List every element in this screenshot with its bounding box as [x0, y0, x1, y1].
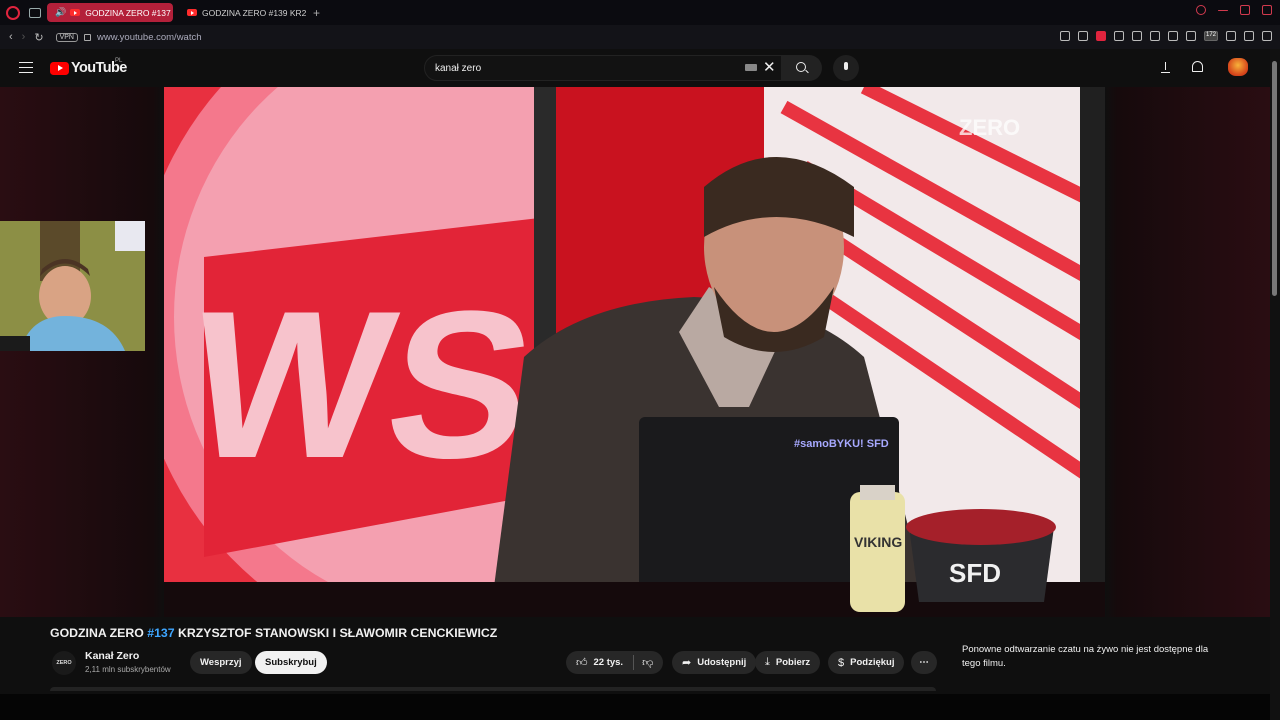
user-avatar[interactable] [1228, 58, 1248, 76]
title-prefix: GODZINA ZERO [50, 626, 148, 640]
like-count[interactable]: 22 tys. [594, 657, 624, 668]
browser-tab-bar: 🔊 GODZINA ZERO #137 GODZINA ZERO #139 KR… [0, 0, 1280, 25]
more-actions-button[interactable]: ⋯ [911, 651, 937, 674]
youtube-favicon-icon [70, 9, 81, 16]
youtube-favicon-icon [187, 9, 197, 16]
close-window-icon[interactable] [1262, 5, 1272, 15]
play-icon[interactable] [1132, 31, 1142, 41]
bottom-strip [0, 694, 1270, 720]
upload-icon[interactable] [1161, 62, 1170, 73]
share-button[interactable]: ➦ Udostępnij [672, 651, 757, 674]
tab-search-icon[interactable] [1196, 5, 1206, 15]
tab-godzina-zero-139[interactable]: GODZINA ZERO #139 KR2 [179, 3, 307, 22]
title-rest: KRZYSZTOF STANOWSKI I SŁAWOMIR CENCKIEWI… [174, 626, 498, 640]
thanks-dollar-icon: $ [838, 656, 845, 669]
lock-icon[interactable] [83, 33, 91, 41]
share-arrow-icon: ➦ [682, 657, 692, 669]
pin-icon[interactable] [1060, 31, 1070, 41]
back-arrow-icon[interactable]: ‹ [9, 31, 13, 43]
tab-islands-icon[interactable] [29, 7, 41, 18]
clear-search-icon[interactable]: ✕ [763, 60, 776, 75]
address-bar-row: ‹ › ↻ VPN www.youtube.com/watch 172 [0, 25, 1280, 49]
youtube-play-icon [50, 61, 69, 75]
account-icon[interactable] [1244, 31, 1254, 41]
tab-label: GODZINA ZERO #137 [85, 7, 171, 18]
streamer-webcam-overlay [0, 221, 145, 351]
reload-icon[interactable]: ↻ [34, 31, 43, 44]
thumbs-up-icon[interactable]: 👍︎ [576, 656, 588, 669]
forward-arrow-icon[interactable]: › [22, 31, 26, 43]
voice-search-button[interactable] [833, 55, 859, 81]
bottle-label: VIKING [854, 534, 902, 550]
download-button[interactable]: ⤓ Pobierz [755, 651, 821, 674]
list-icon[interactable] [1114, 31, 1124, 41]
search-button[interactable] [782, 55, 822, 81]
hamburger-menu-icon[interactable] [19, 62, 33, 73]
extension-icons: 172 [1060, 31, 1272, 41]
url-field[interactable]: www.youtube.com/watch [97, 32, 202, 43]
opera-logo-icon[interactable] [6, 5, 20, 20]
laptop-sticker: #samoBYKU! SFD [794, 438, 889, 450]
scrollbar-thumb[interactable] [1272, 61, 1277, 296]
new-tab-plus-icon[interactable]: + [313, 6, 320, 20]
tab-godzina-zero-137[interactable]: 🔊 GODZINA ZERO #137 [47, 3, 173, 22]
subscriber-count: 2,11 mln subskrybentów [85, 665, 171, 674]
thanks-label: Podziękuj [850, 657, 895, 668]
thumbs-down-icon[interactable]: 👎︎ [642, 656, 653, 669]
country-code: PL [115, 58, 123, 64]
support-button[interactable]: Wesprzyj [190, 651, 252, 674]
channel-name[interactable]: Kanał Zero [85, 650, 139, 662]
speaker-icon[interactable]: 🔊 [55, 7, 66, 18]
chat-replay-unavailable-note: Ponowne odtwarzanie czatu na żywo nie je… [962, 644, 1209, 669]
search-icon [796, 62, 806, 72]
maximize-icon[interactable] [1240, 5, 1250, 15]
shield-icon[interactable] [1096, 31, 1106, 41]
search-input[interactable]: kanał zero [424, 55, 782, 81]
flow-icon[interactable] [1186, 31, 1196, 41]
share-label: Udostępnij [697, 657, 747, 668]
extensions-puzzle-icon[interactable] [1226, 31, 1236, 41]
thanks-button[interactable]: $ Podziękuj [828, 651, 905, 674]
webcam-frame [0, 221, 145, 351]
channel-watermark: ZERO [959, 115, 1020, 140]
like-dislike-group: 👍︎ 22 tys. 👎︎ [566, 651, 664, 674]
keyboard-icon[interactable] [745, 64, 757, 71]
video-frame: WSP ZERO #samoBYKU! SFD VIKING SFD [164, 87, 1105, 617]
window-controls [1196, 5, 1272, 15]
subscribe-button[interactable]: Subskrybuj [255, 651, 327, 674]
download-icon: ⤓ [765, 656, 770, 668]
title-hashtag-link[interactable]: #137 [147, 626, 174, 640]
tab-label: GODZINA ZERO #139 KR2 [202, 7, 307, 18]
video-player[interactable]: WSP ZERO #samoBYKU! SFD VIKING SFD [164, 87, 1105, 617]
download-label: Pobierz [775, 657, 811, 668]
video-title: GODZINA ZERO #137 KRZYSZTOF STANOWSKI I … [50, 626, 497, 640]
description-box-edge[interactable] [50, 687, 936, 691]
channel-avatar[interactable]: ZERO [52, 651, 76, 675]
vpn-badge[interactable]: VPN [55, 32, 78, 42]
bowl-label: SFD [949, 558, 1001, 588]
snapshot-icon[interactable] [1078, 31, 1088, 41]
page-scrollbar[interactable] [1270, 49, 1280, 720]
heart-icon[interactable] [1150, 31, 1160, 41]
extension-badge[interactable]: 172 [1204, 31, 1218, 41]
notifications-bell-icon[interactable] [1192, 61, 1203, 72]
profile-icon[interactable] [1168, 31, 1178, 41]
like-divider [633, 655, 635, 670]
easy-setup-icon[interactable] [1262, 31, 1272, 41]
minimize-icon[interactable] [1218, 10, 1228, 11]
